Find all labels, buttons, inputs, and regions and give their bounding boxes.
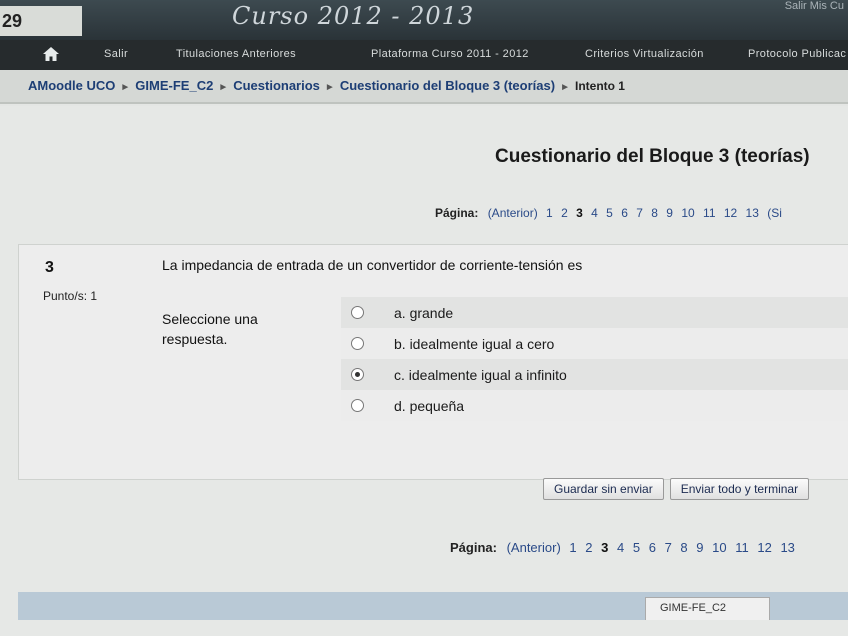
answer-label: d. pequeña (394, 397, 465, 414)
pager-label: Página: (435, 206, 479, 220)
breadcrumb-separator-icon: ► (120, 82, 131, 93)
pager-page-link[interactable]: 10 (681, 206, 694, 220)
pager-page-link[interactable]: 1 (546, 206, 553, 220)
pager-page-link[interactable]: 9 (666, 206, 673, 220)
breadcrumb-separator-icon: ► (218, 82, 229, 93)
answer-label: b. idealmente igual a cero (394, 335, 555, 352)
question-points: Punto/s: 1 (43, 289, 98, 303)
radio-button[interactable] (351, 306, 364, 319)
question-box: 3 La impedancia de entrada de un convert… (18, 244, 848, 480)
answer-option-b[interactable]: b. idealmente igual a cero (341, 328, 848, 359)
pager-page-link[interactable]: 6 (621, 206, 628, 220)
course-title: Curso 2012 - 2013 (232, 2, 475, 30)
breadcrumb-link-cuestionarios[interactable]: Cuestionarios (233, 78, 320, 93)
radio-button-selected[interactable] (351, 368, 364, 381)
pager-page-link[interactable]: 10 (712, 540, 726, 555)
pager-page-link[interactable]: 2 (585, 540, 592, 555)
breadcrumb-link-moodle[interactable]: AMoodle UCO (28, 78, 115, 93)
pager-page-link[interactable]: 11 (735, 540, 749, 555)
answer-option-a[interactable]: a. grande (341, 297, 848, 328)
pager-page-link[interactable]: 13 (780, 540, 794, 555)
pager-page-link[interactable]: 9 (696, 540, 703, 555)
pager-page-link[interactable]: 7 (636, 206, 643, 220)
action-buttons: Guardar sin enviar Enviar todo y termina… (543, 478, 810, 500)
pager-page-link[interactable]: 11 (703, 206, 715, 220)
save-without-submit-button[interactable]: Guardar sin enviar (543, 478, 664, 500)
pager-top: Página: (Anterior) 1 2 3 4 5 6 7 8 9 10 … (435, 206, 787, 220)
nav-item-salir[interactable]: Salir (104, 48, 128, 60)
pager-next-link[interactable]: (Si (767, 206, 782, 220)
page-title: Cuestionario del Bloque 3 (teorías) (495, 146, 810, 167)
pager-page-link[interactable]: 2 (561, 206, 568, 220)
pager-label: Página: (450, 540, 497, 555)
pager-page-link[interactable]: 7 (665, 540, 672, 555)
answer-label: a. grande (394, 304, 454, 321)
breadcrumb-separator-icon: ► (324, 82, 335, 93)
answer-label: c. idealmente igual a infinito (394, 366, 567, 383)
user-links[interactable]: Salir Mis Cu (785, 0, 844, 12)
pager-page-link[interactable]: 4 (591, 206, 598, 220)
year-badge: 29 (0, 6, 82, 36)
pager-page-link[interactable]: 6 (649, 540, 656, 555)
main-content: Cuestionario del Bloque 3 (teorías) Pági… (0, 106, 848, 636)
pager-page-link[interactable]: 8 (651, 206, 658, 220)
header-banner: 29 Curso 2012 - 2013 Salir Mis Cu (0, 0, 848, 40)
home-icon[interactable] (42, 46, 60, 62)
pager-page-link[interactable]: 5 (633, 540, 640, 555)
answer-option-d[interactable]: d. pequeña (341, 390, 848, 421)
pager-page-link[interactable]: 5 (606, 206, 613, 220)
question-number: 3 (45, 259, 54, 276)
footer-bottom (0, 620, 848, 636)
nav-item-protocolo[interactable]: Protocolo Publicac (748, 48, 846, 60)
nav-item-titulaciones[interactable]: Titulaciones Anteriores (176, 48, 296, 60)
pager-page-link[interactable]: 12 (724, 206, 737, 220)
pager-prev-link[interactable]: (Anterior) (507, 540, 561, 555)
nav-item-criterios[interactable]: Criterios Virtualización (585, 48, 704, 60)
pager-page-link[interactable]: 12 (757, 540, 771, 555)
breadcrumb-link-course[interactable]: GIME-FE_C2 (135, 78, 213, 93)
pager-current-page: 3 (601, 540, 609, 555)
nav-item-plataforma[interactable]: Plataforma Curso 2011 - 2012 (371, 48, 529, 60)
answer-list: a. grande b. idealmente igual a cero c. … (341, 297, 848, 421)
pager-page-link[interactable]: 1 (569, 540, 576, 555)
pager-page-link[interactable]: 4 (617, 540, 624, 555)
answer-prompt: Seleccione una respuesta. (162, 311, 258, 347)
top-nav: Salir Titulaciones Anteriores Plataforma… (0, 40, 848, 70)
breadcrumb-separator-icon: ► (560, 82, 570, 93)
question-text: La impedancia de entrada de un convertid… (162, 257, 583, 273)
footer-course-tag[interactable]: GIME-FE_C2 (645, 597, 770, 621)
pager-current-page: 3 (576, 206, 583, 220)
breadcrumb: AMoodle UCO ► GIME-FE_C2 ► Cuestionarios ► Cue… (0, 70, 848, 104)
pager-page-link[interactable]: 13 (746, 206, 759, 220)
answer-option-c[interactable]: c. idealmente igual a infinito (341, 359, 848, 390)
pager-page-link[interactable]: 8 (680, 540, 687, 555)
submit-all-button[interactable]: Enviar todo y terminar (669, 478, 810, 500)
breadcrumb-link-quiz[interactable]: Cuestionario del Bloque 3 (teorías) (340, 78, 555, 93)
pager-prev-link[interactable]: (Anterior) (488, 206, 538, 220)
radio-button[interactable] (351, 399, 364, 412)
pager-bottom: Página: (Anterior) 1 2 3 4 5 6 7 8 9 10 … (450, 540, 800, 555)
breadcrumb-current: Intento 1 (574, 79, 625, 93)
radio-button[interactable] (351, 337, 364, 350)
